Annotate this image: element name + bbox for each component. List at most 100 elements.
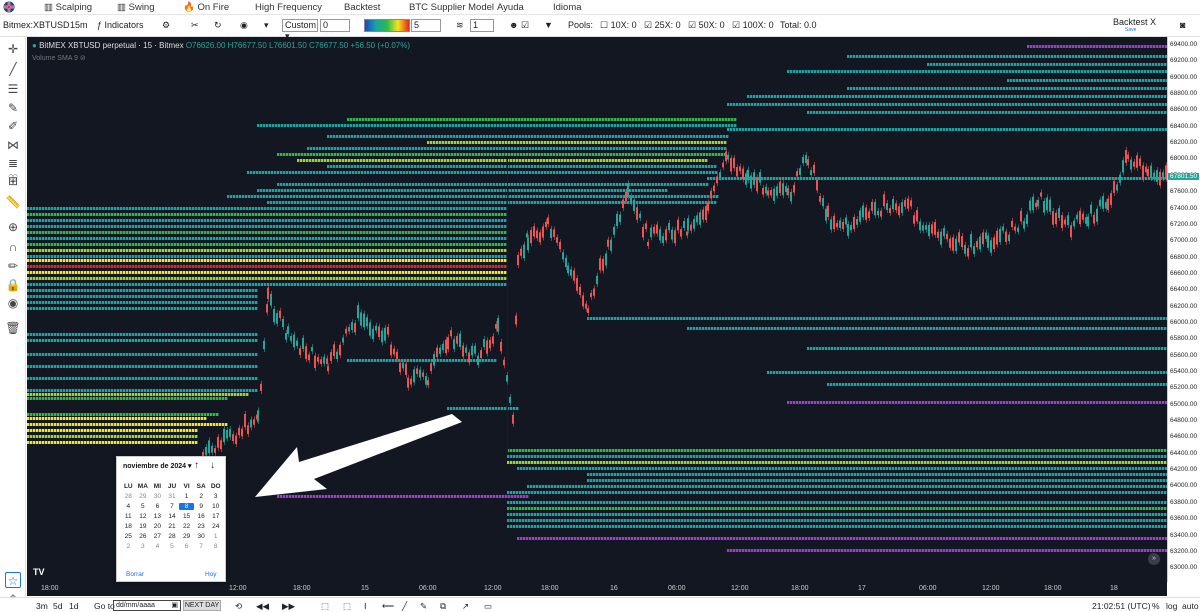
pool-100x[interactable]: ☑ 100X: 0 — [732, 20, 774, 31]
tools-icon[interactable]: ✂ — [191, 20, 199, 31]
checkbox-checked-icon[interactable]: ☑ — [644, 20, 652, 30]
heatmap-cell — [27, 207, 30, 210]
interval-selector[interactable]: 15m — [70, 20, 88, 30]
crosshair-icon[interactable]: ✛ — [5, 41, 21, 57]
checkbox-checked-icon[interactable]: ☑ — [732, 20, 740, 30]
heatmap-cell — [1110, 63, 1113, 66]
horizontal-lines-icon[interactable]: ☰ — [5, 81, 21, 97]
heatmap-cell — [519, 135, 522, 138]
heatmap-cell — [689, 195, 692, 198]
heatmap-cell — [1135, 87, 1138, 90]
heatmap-cell — [375, 265, 378, 268]
heatmap-cell — [1147, 55, 1150, 58]
heatmap-cell — [435, 213, 438, 216]
heatmap-cell — [781, 103, 784, 106]
brush-icon[interactable]: ✎ — [5, 100, 21, 116]
value1-input[interactable]: 0 — [320, 19, 350, 32]
checkbox-empty-icon[interactable]: ☐ — [600, 20, 608, 30]
heatmap-cell — [495, 237, 498, 240]
value2-input[interactable]: 5 — [411, 19, 441, 32]
layers-icon[interactable]: ≋ — [456, 20, 464, 31]
fib-icon[interactable]: ≣ — [5, 155, 21, 171]
heatmap-cell — [72, 213, 75, 216]
heatmap-cell — [438, 165, 441, 168]
heatmap-cell — [39, 207, 42, 210]
menu-ayuda[interactable]: Ayuda — [497, 2, 524, 13]
heatmap-cell — [388, 183, 391, 186]
heatmap-cell — [444, 255, 447, 258]
filter-icon[interactable]: ▼ — [544, 20, 553, 30]
gear-icon[interactable]: ⚙ — [162, 20, 170, 31]
menu-btc-supplier-model[interactable]: BTC Supplier Model — [409, 2, 494, 13]
heatmap-cell — [267, 237, 270, 240]
save-link[interactable]: Save — [1125, 27, 1136, 33]
lock-icon[interactable]: 🔒 — [5, 277, 21, 293]
eye-icon[interactable]: ◉ — [5, 295, 21, 311]
pool-25x[interactable]: ☑ 25X: 0 — [644, 20, 681, 31]
heatmap-cell — [438, 231, 441, 234]
trend-line-icon[interactable]: ╱ — [5, 61, 21, 77]
pool-10x[interactable]: ☐ 10X: 0 — [600, 20, 637, 31]
pattern-icon[interactable]: ⋈ — [5, 137, 21, 153]
heatmap-cell — [285, 259, 288, 262]
pool-50x[interactable]: ☑ 50X: 0 — [688, 20, 725, 31]
heatmap-cell — [396, 255, 399, 258]
heatmap-cell — [1152, 95, 1155, 98]
heatmap-cell — [72, 243, 75, 246]
heatmap-cell — [751, 128, 754, 131]
heatmap-cell — [114, 237, 117, 240]
symbol-selector[interactable]: Bitmex:XBTUSD — [3, 20, 70, 30]
heatmap-cell — [287, 195, 290, 198]
heatmap-cell — [549, 135, 552, 138]
heatmap-cell — [831, 111, 834, 114]
heatmap-cell — [126, 225, 129, 228]
preset-select[interactable]: Custom ▾ — [282, 19, 318, 41]
backtest-close-button[interactable]: Backtest X — [1113, 17, 1156, 27]
heatmap-cell — [486, 231, 489, 234]
heatmap-cell — [324, 237, 327, 240]
menu-idioma[interactable]: Idioma — [553, 2, 582, 13]
heatmap-cell — [372, 249, 375, 252]
star-icon[interactable]: ☆ — [5, 572, 21, 588]
heatmap-cell — [348, 255, 351, 258]
menu-backtest[interactable]: Backtest — [344, 2, 380, 13]
heatmap-cell — [524, 195, 527, 198]
heatmap-cell — [360, 265, 363, 268]
heatmap-cell — [433, 153, 436, 156]
lock-edit-icon[interactable]: ✏ — [5, 258, 21, 274]
refresh-icon[interactable]: ↻ — [214, 20, 222, 31]
trash-icon[interactable]: 🗑 — [5, 320, 21, 336]
checkbox-checked-icon[interactable]: ☑ — [688, 20, 696, 30]
heatmap-cell — [99, 231, 102, 234]
ruler-icon[interactable]: 📏 — [5, 194, 21, 210]
heatmap-cell — [582, 165, 585, 168]
heatmap-cell — [132, 259, 135, 262]
heatmap-cell — [620, 124, 623, 127]
menu-high-frequency[interactable]: High Frequency — [255, 2, 322, 13]
heatmap-cell — [632, 189, 635, 192]
bot-icon[interactable]: ☻ — [509, 20, 518, 30]
camera-icon[interactable]: ◙ — [1180, 20, 1185, 30]
value3-input[interactable]: 1 — [470, 19, 494, 32]
menu-on-fire[interactable]: 🔥 On Fire — [183, 2, 229, 13]
menu-swing[interactable]: ▥ Swing — [117, 2, 155, 13]
heatmap-gradient-slider[interactable] — [364, 19, 410, 32]
indicators-button[interactable]: ƒ Indicators — [97, 20, 144, 30]
heart-icon[interactable]: ♡ — [5, 171, 21, 187]
heatmap-cell — [294, 207, 297, 210]
zoom-icon[interactable]: ⊕ — [5, 219, 21, 235]
heatmap-cell — [716, 195, 719, 198]
heatmap-cell — [576, 165, 579, 168]
magnet-icon[interactable]: ∩ — [5, 239, 21, 255]
chevron-down-icon[interactable]: ▾ — [264, 20, 269, 31]
heatmap-cell — [399, 219, 402, 222]
heatmap-cell — [596, 124, 599, 127]
heatmap-cell — [544, 183, 547, 186]
heatmap-cell — [1014, 95, 1017, 98]
pen-icon[interactable]: ✐ — [5, 118, 21, 134]
heatmap-cell — [304, 183, 307, 186]
palette-icon[interactable]: ◉ — [240, 20, 248, 31]
checkbox-icon[interactable]: ☑ — [521, 20, 529, 31]
menu-scalping[interactable]: ▥ Scalping — [44, 2, 92, 13]
flag-uk-icon[interactable] — [3, 1, 15, 16]
